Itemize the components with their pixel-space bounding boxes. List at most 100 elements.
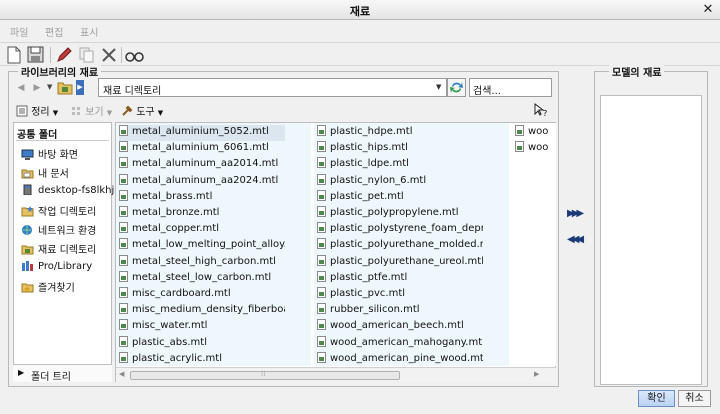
history-dropdown-icon[interactable]: ▼ — [47, 83, 52, 91]
file-name: plastic_acrylic.mtl — [132, 352, 222, 364]
file-item[interactable]: plastic_polystyrene_foam_depron.mtl — [317, 222, 483, 238]
sidebar-item-network[interactable]: 네트워크 환경 — [21, 222, 96, 239]
material-file-icon — [317, 270, 326, 282]
file-name: metal_aluminium_6061.mtl — [132, 142, 269, 154]
material-file-icon — [119, 173, 128, 185]
toolbar — [0, 42, 720, 66]
sidebar-item-pro-library[interactable]: Pro/Library — [21, 260, 92, 277]
scroll-right-icon[interactable]: ▶ — [534, 370, 539, 378]
sidebar-item-working-directory[interactable]: 작업 디렉토리 — [21, 203, 96, 220]
sidebar-item-computer[interactable]: desktop-fs8lkhj — [21, 184, 114, 201]
preview-icon[interactable] — [125, 46, 145, 64]
file-name: plastic_polystyrene_foam_depron.mtl — [330, 223, 483, 235]
path-combobox[interactable]: 재료 디렉토리 ▼ — [98, 78, 447, 97]
forward-icon[interactable]: ▶ — [30, 81, 44, 95]
file-item[interactable]: misc_medium_density_fiberboard.mtl — [119, 303, 285, 319]
back-icon[interactable]: ◀ — [14, 81, 28, 95]
working-directory-icon — [21, 206, 34, 217]
file-item[interactable]: metal_low_melting_point_alloy.mtl — [119, 238, 285, 254]
file-item[interactable]: wood_american_pine_wood.mtl — [317, 351, 483, 368]
search-input[interactable]: 검색... — [469, 78, 552, 97]
sidebar-item-materials-directory[interactable]: 재료 디렉토리 — [21, 241, 96, 258]
file-name: plastic_hdpe.mtl — [330, 126, 413, 137]
file-item[interactable]: plastic_polyurethane_molded.mtl — [317, 238, 483, 254]
file-name: woo — [528, 126, 549, 137]
menu-view[interactable]: 표시 — [80, 24, 98, 39]
file-item[interactable]: misc_water.mtl — [119, 319, 285, 335]
material-file-icon — [119, 335, 128, 347]
file-name: misc_water.mtl — [132, 320, 208, 332]
file-item[interactable]: woo — [515, 141, 555, 157]
file-item[interactable]: metal_bronze.mtl — [119, 206, 285, 222]
file-item[interactable]: metal_aluminium_6061.mtl — [119, 141, 285, 157]
refresh-icon — [450, 82, 463, 93]
file-item[interactable]: plastic_hips.mtl — [317, 141, 483, 157]
material-file-icon — [119, 141, 128, 153]
file-item[interactable]: wood_american_mahogany.mtl — [317, 335, 483, 352]
file-item[interactable]: misc_cardboard.mtl — [119, 287, 285, 303]
add-to-model-button[interactable]: ▶▶▶ — [567, 208, 589, 222]
menu-edit[interactable]: 편집 — [45, 24, 63, 39]
file-item[interactable]: wood_american_beech.mtl — [317, 319, 483, 335]
file-item[interactable]: plastic_pvc.mtl — [317, 287, 483, 303]
file-item[interactable]: plastic_polyurethane_ureol.mtl — [317, 254, 483, 271]
close-icon[interactable]: ✕ — [700, 2, 716, 18]
file-item[interactable]: plastic_nylon_6.mtl — [317, 173, 483, 190]
material-file-icon — [119, 287, 128, 298]
copy-icon[interactable] — [78, 46, 96, 64]
file-item[interactable]: plastic_acrylic.mtl — [119, 351, 285, 368]
file-item[interactable]: plastic_hdpe.mtl — [317, 125, 483, 141]
file-item[interactable]: woo — [515, 125, 555, 141]
file-item[interactable]: plastic_ldpe.mtl — [317, 157, 483, 173]
file-item[interactable]: metal_steel_high_carbon.mtl — [119, 254, 285, 271]
file-item[interactable]: metal_aluminium_5052.mtl — [119, 125, 285, 141]
help-pointer-icon[interactable]: ? — [533, 103, 549, 118]
material-file-icon — [119, 157, 128, 169]
sidebar-item-favorites[interactable]: 즐겨찾기 — [21, 279, 75, 296]
scroll-grip-icon: ⁞⁞ — [261, 370, 266, 378]
organize-menu[interactable]: 정리 ▼ — [16, 103, 58, 119]
file-column-1: metal_aluminium_5052.mtl metal_aluminium_… — [116, 123, 311, 366]
file-item[interactable]: metal_aluminum_aa2024.mtl — [119, 173, 285, 190]
menu-file[interactable]: 파일 — [10, 24, 28, 39]
new-icon[interactable] — [6, 46, 24, 64]
sidebar-item-desktop[interactable]: 바탕 화면 — [21, 146, 78, 163]
file-item[interactable]: plastic_abs.mtl — [119, 335, 285, 352]
save-icon[interactable] — [27, 46, 45, 64]
material-file-icon — [317, 206, 326, 217]
ok-button[interactable]: 확인 — [638, 390, 675, 407]
horizontal-scrollbar[interactable]: ◀ ⁞⁞ ▶ — [116, 367, 544, 382]
favorites-icon — [21, 282, 34, 293]
file-name: plastic_pet.mtl — [330, 190, 404, 202]
edit-icon[interactable] — [55, 46, 73, 64]
tools-menu[interactable]: 도구 ▼ — [121, 103, 163, 119]
cancel-button[interactable]: 취소 — [678, 390, 711, 407]
file-item[interactable]: metal_copper.mtl — [119, 222, 285, 238]
path-expand-icon[interactable]: ▶ — [76, 80, 84, 95]
file-name: rubber_silicon.mtl — [330, 304, 420, 316]
file-column-2: plastic_hdpe.mtl plastic_hips.mtl plastic_… — [314, 123, 509, 366]
delete-icon[interactable] — [100, 46, 118, 64]
material-file-icon — [317, 173, 326, 185]
material-file-icon — [317, 238, 326, 250]
menu-bar: 파일 편집 표시 — [0, 21, 720, 41]
remove-from-model-button[interactable]: ◀◀◀ — [567, 234, 589, 248]
file-item[interactable]: metal_brass.mtl — [119, 189, 285, 206]
file-item[interactable]: rubber_silicon.mtl — [317, 303, 483, 319]
file-item[interactable]: metal_steel_low_carbon.mtl — [119, 270, 285, 287]
sidebar-item-my-documents[interactable]: 내 문서 — [21, 165, 69, 182]
file-item[interactable]: plastic_polypropylene.mtl — [317, 206, 483, 222]
refresh-button[interactable] — [447, 78, 466, 97]
window-title: 재료 — [349, 5, 371, 18]
file-item[interactable]: metal_aluminum_aa2014.mtl — [119, 157, 285, 173]
folder-tree-toggle[interactable]: ▶ 폴더 트리 — [13, 364, 112, 383]
file-item[interactable]: plastic_pet.mtl — [317, 189, 483, 206]
file-item[interactable]: plastic_ptfe.mtl — [317, 270, 483, 287]
view-menu[interactable]: 보기 ▼ — [70, 103, 112, 119]
file-name: wood_american_beech.mtl — [330, 320, 464, 332]
model-materials-list[interactable] — [600, 95, 702, 385]
material-file-icon — [317, 303, 326, 315]
chevron-down-icon[interactable]: ▼ — [436, 83, 441, 91]
material-file-icon — [119, 303, 128, 315]
scroll-left-icon[interactable]: ◀ — [119, 370, 124, 378]
